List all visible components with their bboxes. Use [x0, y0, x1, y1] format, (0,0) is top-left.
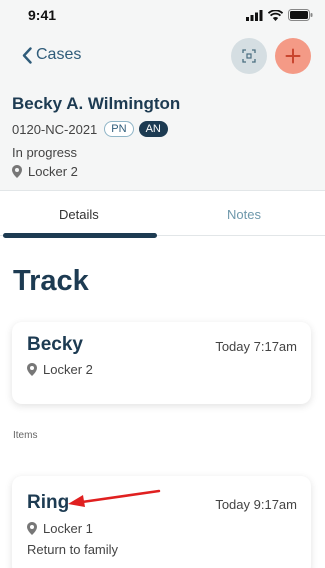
- item-card-location: Locker 1: [27, 521, 93, 536]
- annotation-arrow-icon: [68, 489, 161, 507]
- item-card-time: Today 9:17am: [215, 497, 297, 512]
- wifi-icon: [268, 9, 283, 21]
- case-number: 0120-NC-2021: [12, 121, 98, 137]
- track-heading: Track: [13, 265, 89, 297]
- case-header: Cases Becky A. Wilmington 0120-NC-2021 P…: [0, 30, 325, 190]
- scan-icon: [242, 49, 256, 63]
- status-bar: 9:41: [0, 0, 325, 30]
- track-card-location: Locker 2: [27, 362, 93, 377]
- battery-icon: [288, 9, 313, 21]
- item-card-location-label: Locker 1: [43, 521, 93, 536]
- person-name: Becky A. Wilmington: [12, 94, 181, 113]
- scan-button[interactable]: [231, 38, 267, 74]
- track-card-time: Today 7:17am: [215, 339, 297, 354]
- tab-details[interactable]: Details: [59, 207, 99, 222]
- location-pin-icon: [27, 522, 37, 535]
- track-card-location-label: Locker 2: [43, 362, 93, 377]
- add-button[interactable]: [275, 38, 311, 74]
- track-card-title: Becky: [27, 334, 83, 355]
- status-time: 9:41: [28, 7, 57, 23]
- header-location: Locker 2: [12, 164, 78, 179]
- item-card-title: Ring: [27, 492, 70, 513]
- badge-an: AN: [138, 121, 168, 137]
- header-location-label: Locker 2: [28, 164, 78, 179]
- items-label: Items: [13, 430, 38, 441]
- item-card-note: Return to family: [27, 542, 119, 557]
- plus-icon: [285, 48, 301, 64]
- location-pin-icon: [12, 165, 22, 178]
- back-chevron-icon: [22, 46, 32, 64]
- tab-active-indicator: [3, 233, 157, 238]
- status-icons: [246, 9, 313, 21]
- badge-pn: PN: [104, 121, 134, 137]
- location-pin-icon: [27, 363, 37, 376]
- tab-notes[interactable]: Notes: [227, 207, 261, 222]
- details-content: Track Becky Today 7:17am Locker 2 Items …: [0, 240, 325, 568]
- tab-bar: Details Notes: [0, 191, 325, 239]
- case-status: In progress: [12, 145, 78, 160]
- track-card[interactable]: Becky Today 7:17am Locker 2: [12, 322, 311, 404]
- case-row: 0120-NC-2021 PN AN: [12, 121, 168, 137]
- back-button-label: Cases: [36, 46, 82, 63]
- back-button[interactable]: Cases: [22, 46, 81, 64]
- signal-icon: [246, 9, 263, 21]
